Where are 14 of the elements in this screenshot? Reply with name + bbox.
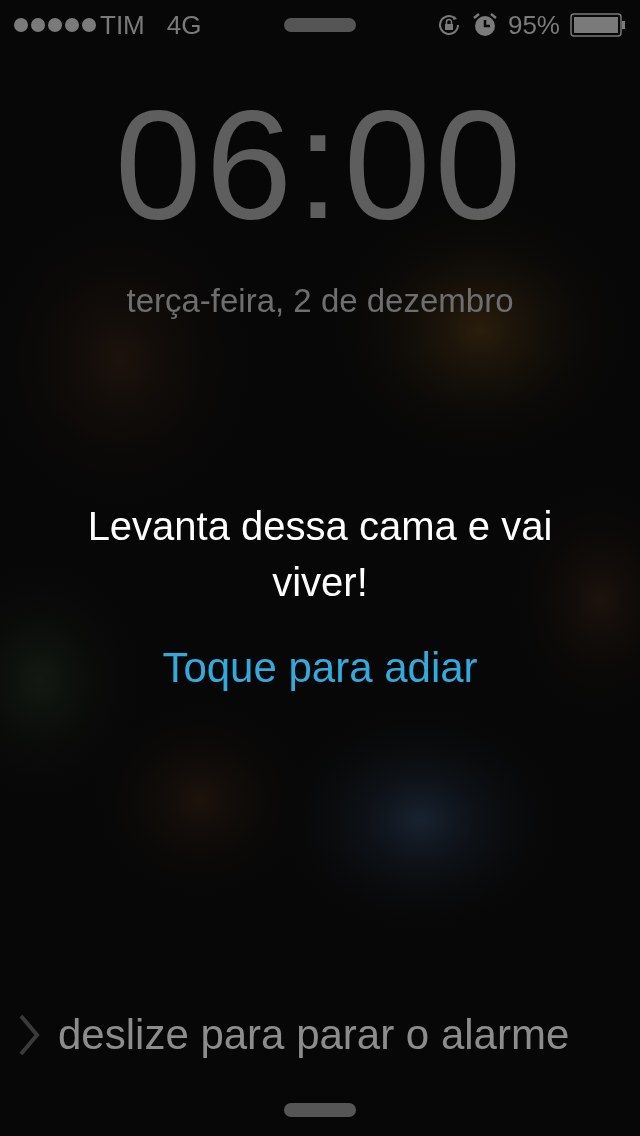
lock-date: terça-feira, 2 de dezembro	[126, 281, 514, 321]
snooze-link[interactable]: Toque para adiar	[162, 635, 478, 699]
network-type: 4G	[166, 8, 202, 42]
battery-icon	[570, 13, 626, 37]
grabber-handle[interactable]	[284, 18, 356, 32]
alarm-message: Levanta dessa cama e vai viver!	[86, 502, 554, 606]
chevron-right-icon	[18, 1014, 40, 1056]
lock-clock: 06:00	[114, 86, 526, 242]
signal-icon	[14, 17, 96, 33]
slide-to-stop-label[interactable]: deslize para parar o alarme	[58, 1011, 570, 1059]
grabber-handle[interactable]	[284, 1103, 356, 1117]
carrier-name: TIM	[100, 8, 145, 42]
alarm-icon	[471, 12, 498, 38]
battery-percentage: 95%	[507, 8, 560, 42]
